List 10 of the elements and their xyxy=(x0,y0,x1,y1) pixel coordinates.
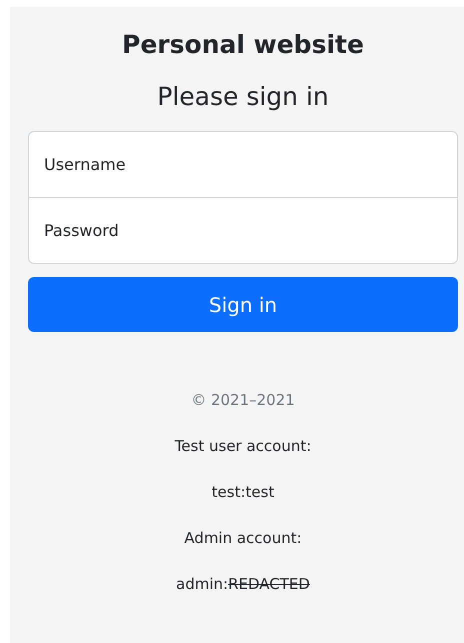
sign-in-button[interactable]: Sign in xyxy=(28,277,458,332)
sign-in-heading: Please sign in xyxy=(156,81,330,113)
username-field[interactable]: Username xyxy=(28,131,458,198)
password-field[interactable]: Password xyxy=(28,197,458,264)
copyright-text: © 2021–2021 xyxy=(190,390,296,411)
site-title: Personal website xyxy=(121,29,365,61)
account-note: Admin account: xyxy=(183,528,303,549)
account-note: admin:REDACTED xyxy=(175,574,311,595)
account-note: Test user account: xyxy=(174,436,312,457)
account-note: test:test xyxy=(210,482,276,503)
